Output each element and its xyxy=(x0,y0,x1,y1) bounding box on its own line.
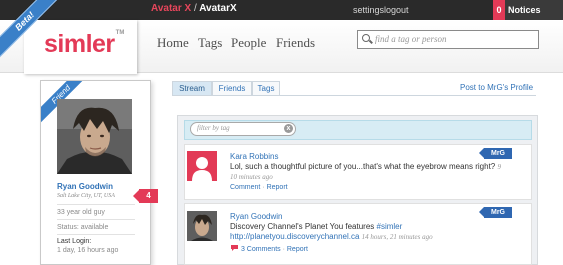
notices-button[interactable]: 0 Notices xyxy=(493,0,563,20)
report-link[interactable]: Report xyxy=(287,246,308,253)
comment-bubble-icon xyxy=(231,245,238,251)
beta-label: Beta! xyxy=(0,0,60,60)
filter-input[interactable]: filter by tag x xyxy=(190,122,296,136)
post-author[interactable]: Ryan Goodwin xyxy=(230,212,282,221)
user-alias[interactable]: Avatar X xyxy=(151,3,191,14)
profile-name[interactable]: Ryan Goodwin xyxy=(57,182,113,191)
profile-photo[interactable] xyxy=(57,99,132,174)
logo-tm: TM xyxy=(115,30,125,36)
recipient-tag[interactable]: MrG xyxy=(479,148,512,159)
post-text-body: Lol, such a thoughtful picture of you...… xyxy=(230,162,496,171)
post-link-line: http://planetyou.discoverychannel.ca 14 … xyxy=(230,232,433,241)
user-separator: / xyxy=(194,3,197,14)
profile-status: Status: available xyxy=(57,224,109,231)
user-name[interactable]: AvatarX xyxy=(199,3,236,14)
profile-card: Friend Ryan Goodwin Salt Lake City, UT, … xyxy=(40,80,151,265)
post-time: 10 minutes ago xyxy=(230,173,273,181)
tab-friends[interactable]: Friends xyxy=(212,81,252,96)
nav-tags[interactable]: Tags xyxy=(198,35,222,51)
avatar[interactable] xyxy=(187,211,217,241)
nav-people[interactable]: People xyxy=(231,35,266,51)
notices-label: Notices xyxy=(508,5,541,15)
profile-photo-image xyxy=(57,99,132,174)
post-time-lead: 9 xyxy=(497,163,501,171)
friend-count-badge[interactable]: 4 xyxy=(133,189,158,203)
comment-link[interactable]: Comment xyxy=(230,184,260,191)
divider xyxy=(57,204,135,205)
comments-link[interactable]: 3 Comments xyxy=(241,246,281,253)
recipient-tag[interactable]: MrG xyxy=(479,207,512,218)
divider xyxy=(57,234,135,235)
post-text: Lol, such a thoughtful picture of you...… xyxy=(230,162,501,171)
beta-ribbon: Beta! xyxy=(0,0,60,60)
post-author[interactable]: Kara Robbins xyxy=(230,152,278,161)
search-icon xyxy=(362,34,370,42)
hashtag-link[interactable]: #simler xyxy=(377,222,403,231)
nav-home[interactable]: Home xyxy=(157,35,189,51)
post-time: 14 hours, 21 minutes ago xyxy=(361,233,433,241)
logout-link[interactable]: logout xyxy=(384,5,409,15)
last-login-label: Last Login: xyxy=(57,238,92,245)
filter-placeholder: filter by tag xyxy=(197,124,230,132)
search-input[interactable]: find a tag or person xyxy=(357,30,539,49)
tab-tags[interactable]: Tags xyxy=(252,81,280,96)
post-text-body: Discovery Channel's Planet You features xyxy=(230,222,375,231)
post-url-link[interactable]: http://planetyou.discoverychannel.ca xyxy=(230,232,359,241)
post-actions: 3 Comments · Report xyxy=(230,244,308,253)
divider xyxy=(57,219,135,220)
clear-filter-icon[interactable]: x xyxy=(284,124,293,133)
default-avatar-icon xyxy=(187,151,217,181)
avatar[interactable] xyxy=(187,151,217,181)
tab-stream[interactable]: Stream xyxy=(172,81,212,96)
post-to-profile-link[interactable]: Post to MrG's Profile xyxy=(460,83,533,92)
report-link[interactable]: Report xyxy=(267,184,288,191)
user-avatar-image xyxy=(187,211,217,241)
post-actions: Comment · Report xyxy=(230,184,288,191)
nav-friends[interactable]: Friends xyxy=(276,35,315,51)
profile-age: 33 year old guy xyxy=(57,209,105,216)
tab-divider xyxy=(172,95,536,96)
settings-link[interactable]: settings xyxy=(353,5,384,15)
current-user[interactable]: Avatar X / AvatarX xyxy=(151,3,237,14)
search-placeholder: find a tag or person xyxy=(375,34,447,44)
post-text: Discovery Channel's Planet You features … xyxy=(230,222,402,231)
profile-location: Salt Lake City, UT, USA xyxy=(57,193,115,199)
last-login-value: 1 day, 16 hours ago xyxy=(57,247,119,254)
top-bar xyxy=(0,0,563,20)
notices-count: 0 xyxy=(493,0,505,20)
